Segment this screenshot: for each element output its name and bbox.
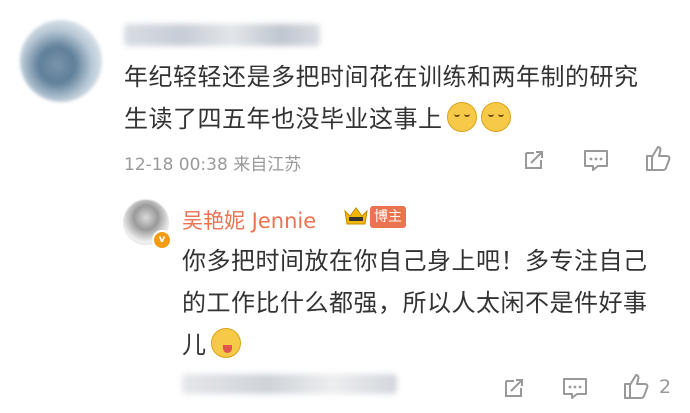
- comment-text: 年纪轻轻还是多把时间花在训练和两年制的研究生读了四五年也没毕业这事上: [124, 63, 639, 133]
- commenter-avatar[interactable]: [20, 20, 102, 102]
- cry-laugh-icon: [446, 102, 477, 132]
- reply-body: 你多把时间放在你自己身上吧！多专注自己的工作比什么都强，所以人太闲不是件好事儿: [182, 240, 652, 366]
- share-icon[interactable]: [502, 376, 526, 400]
- like-count: 2: [659, 376, 672, 398]
- commenter-username-blurred[interactable]: [124, 24, 320, 46]
- comment-icon[interactable]: [583, 148, 609, 172]
- reply-username[interactable]: 吴艳妮 Jennie: [182, 205, 316, 235]
- comment-meta: 12-18 00:38 来自江苏: [124, 150, 301, 175]
- vip-crown-icon: [344, 207, 368, 225]
- reply-meta-blurred: [182, 374, 397, 394]
- comment-body: 年纪轻轻还是多把时间花在训练和两年制的研究生读了四五年也没毕业这事上: [124, 56, 654, 140]
- like-icon[interactable]: [622, 372, 650, 400]
- like-icon[interactable]: [644, 144, 672, 172]
- blogger-badge: 博主: [370, 206, 406, 228]
- share-icon[interactable]: [522, 148, 546, 172]
- cry-laugh-icon: [480, 102, 511, 132]
- reply-text: 你多把时间放在你自己身上吧！多专注自己的工作比什么都强，所以人太闲不是件好事儿: [182, 247, 648, 359]
- comment-timestamp: 12-18 00:38: [124, 155, 228, 175]
- comment-icon[interactable]: [562, 376, 588, 400]
- comment-location: 来自江苏: [233, 155, 302, 175]
- tongue-out-icon: [210, 328, 241, 358]
- verified-badge: v: [152, 230, 172, 250]
